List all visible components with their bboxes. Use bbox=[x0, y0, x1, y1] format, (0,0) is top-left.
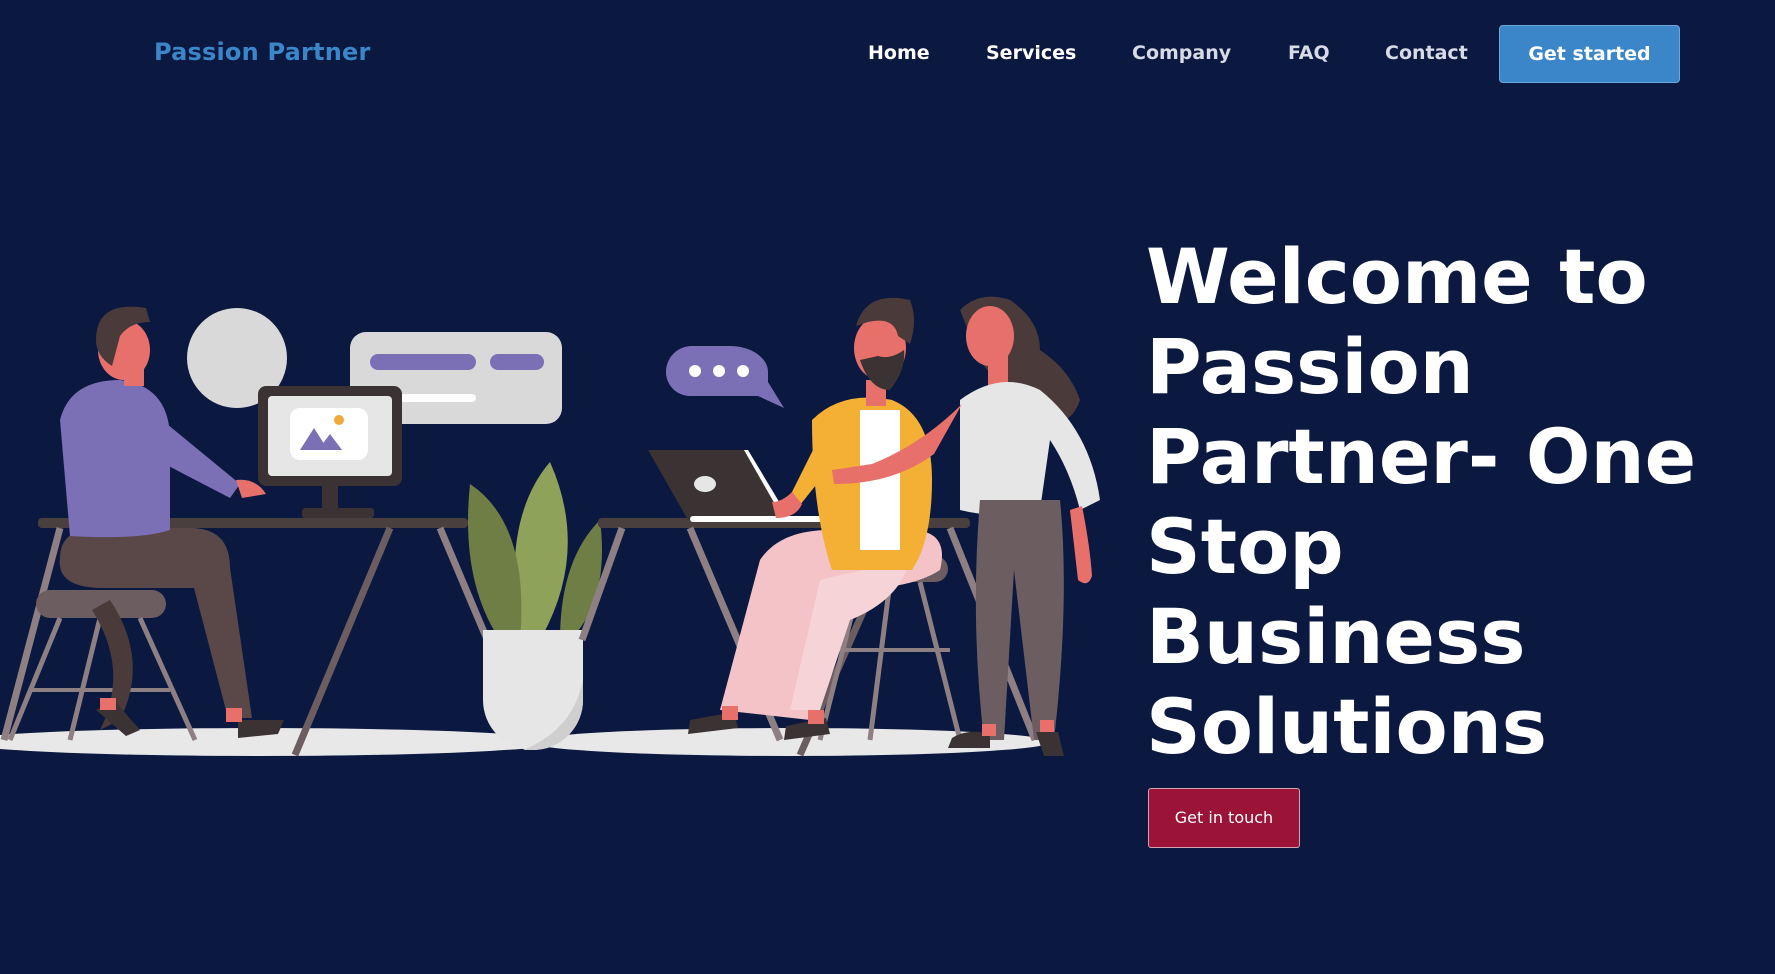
plant-icon bbox=[468, 462, 602, 750]
hero-title: Welcome to Passion Partner- One Stop Bus… bbox=[1146, 232, 1697, 771]
get-in-touch-button[interactable]: Get in touch bbox=[1148, 788, 1300, 848]
site-header: Passion Partner Home Services Company FA… bbox=[0, 0, 1775, 110]
nav-faq[interactable]: FAQ bbox=[1288, 42, 1330, 64]
nav-services[interactable]: Services bbox=[986, 42, 1076, 64]
floor-shadow-left bbox=[0, 728, 560, 756]
monitor-icon bbox=[258, 386, 402, 518]
get-started-button[interactable]: Get started bbox=[1499, 25, 1680, 83]
nav-home[interactable]: Home bbox=[868, 42, 930, 64]
office-team-illustration bbox=[0, 296, 1100, 757]
chat-bubble-icon bbox=[666, 346, 784, 408]
nav-contact[interactable]: Contact bbox=[1385, 42, 1468, 64]
nav-company[interactable]: Company bbox=[1132, 42, 1231, 64]
